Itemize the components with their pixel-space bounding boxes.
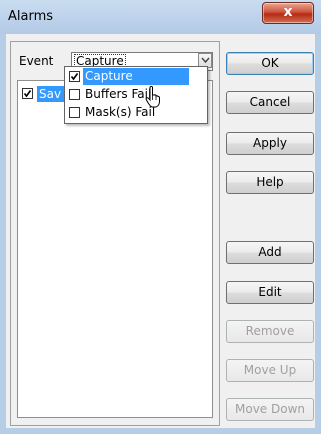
buffers-fail-checkbox[interactable] bbox=[69, 89, 80, 100]
checkmark-icon bbox=[23, 90, 32, 98]
dropdown-option-buffers-fail[interactable]: Buffers Fail bbox=[66, 86, 206, 103]
list-item-checkbox[interactable] bbox=[22, 88, 33, 99]
alarm-list[interactable]: Sav bbox=[17, 80, 213, 418]
capture-checkbox[interactable] bbox=[69, 71, 80, 82]
hand-pointer-cursor-icon bbox=[145, 86, 160, 108]
title-bar: Alarms x bbox=[0, 0, 321, 34]
edit-button[interactable]: Edit bbox=[226, 281, 314, 304]
close-button[interactable]: x bbox=[262, 2, 314, 24]
dropdown-option-label: Capture bbox=[83, 68, 189, 85]
event-dropdown-list: Capture Buffers Fail Mask(s) Fail bbox=[64, 66, 208, 124]
event-label: Event bbox=[19, 54, 54, 68]
help-button[interactable]: Help bbox=[226, 171, 314, 194]
dropdown-option-capture[interactable]: Capture bbox=[66, 68, 206, 85]
dropdown-option-label: Buffers Fail bbox=[85, 87, 152, 101]
ok-button[interactable]: OK bbox=[226, 52, 314, 75]
move-up-button[interactable]: Move Up bbox=[226, 359, 314, 382]
move-down-button[interactable]: Move Down bbox=[226, 398, 314, 421]
remove-button[interactable]: Remove bbox=[226, 320, 314, 343]
cancel-button[interactable]: Cancel bbox=[226, 91, 314, 114]
alarms-dialog: Alarms x Event Capture Sav OK Cancel App… bbox=[0, 0, 321, 434]
dropdown-option-mask-fail[interactable]: Mask(s) Fail bbox=[66, 104, 206, 121]
checkmark-icon bbox=[70, 73, 79, 81]
apply-button[interactable]: Apply bbox=[226, 132, 314, 155]
window-title: Alarms bbox=[8, 9, 54, 24]
add-button[interactable]: Add bbox=[226, 241, 314, 264]
close-icon: x bbox=[283, 4, 293, 20]
mask-fail-checkbox[interactable] bbox=[69, 107, 80, 118]
